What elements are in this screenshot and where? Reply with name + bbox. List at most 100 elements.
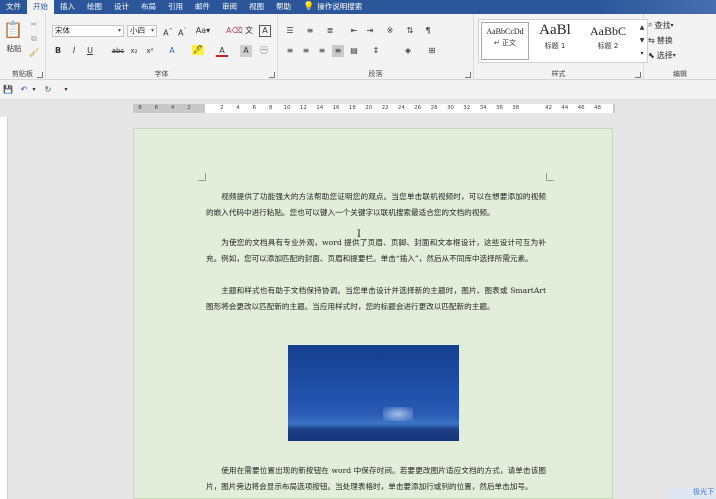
show-marks-icon[interactable]: ¶ xyxy=(422,25,434,37)
ruler-tick-label: 12 xyxy=(299,105,307,111)
line-spacing-icon[interactable]: ↕ xyxy=(370,45,382,57)
customize-qat-icon[interactable]: ▾ xyxy=(62,84,70,96)
shading-icon[interactable]: ◈ xyxy=(402,45,414,57)
inserted-image[interactable] xyxy=(288,345,459,441)
ruler-tick-label: 14 xyxy=(316,105,324,111)
cut-icon[interactable]: ✂ xyxy=(28,19,40,31)
align-left-icon[interactable]: ≡ xyxy=(284,45,296,57)
tab-file[interactable]: 文件 xyxy=(0,0,27,14)
increase-indent-icon[interactable]: ⇥ xyxy=(364,25,376,37)
font-color-icon[interactable]: A xyxy=(216,45,228,57)
document-page[interactable]: 视频提供了功能强大的方法帮助您证明您的观点。当您单击联机视频时，可以在想要添加的… xyxy=(133,128,613,499)
paragraph-launcher-icon[interactable] xyxy=(465,72,471,78)
tab-references[interactable]: 引用 xyxy=(162,0,189,14)
tab-home[interactable]: 开始 xyxy=(27,0,54,14)
char-shading-icon[interactable]: A xyxy=(240,45,252,57)
paragraph-3[interactable]: 主题和样式也有助于文档保持协调。当您单击设计并选择新的主题时，图片、图表或 Sm… xyxy=(206,283,546,315)
ruler-tick-label: 16 xyxy=(332,105,340,111)
ruler-tick-label: 10 xyxy=(283,105,291,111)
save-icon[interactable]: 💾 xyxy=(2,84,14,96)
ruler-tick-label: 28 xyxy=(430,105,438,111)
horizontal-ruler-area: 8 6 4 2 2 4 6 8 10 12 14 16 18 20 22 24 26 28 30 32 34 36 38 42… xyxy=(0,100,716,117)
horizontal-ruler[interactable]: 8 6 4 2 2 4 6 8 10 12 14 16 18 20 22 24 26 28 30 32 34 36 38 42… xyxy=(133,104,615,113)
distributed-icon[interactable]: ▤ xyxy=(348,45,360,57)
ruler-tick-label: 36 xyxy=(495,105,503,111)
tab-view[interactable]: 视图 xyxy=(243,0,270,14)
subscript-button[interactable]: x₂ xyxy=(128,45,140,57)
tab-mailings[interactable]: 邮件 xyxy=(189,0,216,14)
chevron-down-icon: ▾ xyxy=(150,27,154,34)
paste-icon[interactable]: 📋 xyxy=(3,18,23,40)
editing-group: ⌕ 查找 ▾ ⇆ 替换 ⬉ 选择 ▾ 编辑 xyxy=(644,14,716,80)
find-button[interactable]: ⌕ 查找 ▾ xyxy=(648,19,674,31)
bold-button[interactable]: B xyxy=(52,45,64,57)
style-heading-1[interactable]: AaBl 标题 1 xyxy=(531,22,579,60)
styles-launcher-icon[interactable] xyxy=(635,72,641,78)
highlight-icon[interactable]: 🖊 xyxy=(192,45,204,55)
vertical-ruler[interactable] xyxy=(0,117,8,499)
superscript-button[interactable]: x² xyxy=(144,45,156,57)
justify-icon[interactable]: ≡ xyxy=(332,45,344,57)
text-effects-icon[interactable]: A xyxy=(166,45,178,57)
align-center-icon[interactable]: ≡ xyxy=(300,45,312,57)
font-size-combo[interactable]: 小四 ▾ xyxy=(127,25,157,37)
tab-insert[interactable]: 插入 xyxy=(54,0,81,14)
replace-button[interactable]: ⇆ 替换 xyxy=(648,34,673,46)
ruler-tick-label: 30 xyxy=(446,105,454,111)
watermark-logo: 极光下 xyxy=(668,487,716,499)
redo-icon[interactable]: ↻ xyxy=(42,84,54,96)
italic-button[interactable]: I xyxy=(68,45,80,57)
image-horizon-glow xyxy=(383,407,413,421)
tab-design[interactable]: 设计 xyxy=(108,0,135,14)
sort-icon[interactable]: ⇅ xyxy=(404,25,416,37)
change-case-icon[interactable]: Aa▾ xyxy=(194,25,212,37)
clipboard-launcher-icon[interactable] xyxy=(37,72,43,78)
ruler-tick-label: 34 xyxy=(479,105,487,111)
char-border-icon[interactable]: A xyxy=(259,25,271,37)
chevron-down-icon[interactable]: ▾ xyxy=(30,84,38,96)
ribbon: 📋 粘贴 ✂ ⧉ 🖌 剪贴板 宋体 ▾ 小四 ▾ A^ Aˇ Aa▾ A⌫ 文 A … xyxy=(0,14,716,80)
style-normal[interactable]: AaBbCcDd ↵ 正文 xyxy=(481,22,529,60)
font-group-label: 字体 xyxy=(154,70,169,78)
tab-help[interactable]: 帮助 xyxy=(270,0,297,14)
editing-group-label: 编辑 xyxy=(673,70,687,78)
enclose-char-icon[interactable]: ㊀ xyxy=(258,45,270,57)
tell-me-search[interactable]: 💡 操作说明搜索 xyxy=(297,0,368,14)
format-painter-icon[interactable]: 🖌 xyxy=(28,47,40,59)
paste-button[interactable]: 粘贴 xyxy=(2,43,26,53)
numbering-icon[interactable]: ≡ xyxy=(304,25,316,37)
undo-icon[interactable]: ↶ xyxy=(18,84,30,96)
title-decoration xyxy=(596,0,716,14)
tab-draw[interactable]: 绘图 xyxy=(81,0,108,14)
chevron-down-icon: ▾ xyxy=(672,51,676,59)
underline-button[interactable]: U xyxy=(84,45,96,57)
select-cursor-icon: ⬉ xyxy=(648,50,655,60)
multilevel-list-icon[interactable]: ≣ xyxy=(324,25,336,37)
borders-icon[interactable]: ⊞ xyxy=(426,45,438,57)
bullets-icon[interactable]: ☰ xyxy=(284,25,296,37)
align-right-icon[interactable]: ≡ xyxy=(316,45,328,57)
paragraph-1[interactable]: 视频提供了功能强大的方法帮助您证明您的观点。当您单击联机视频时，可以在想要添加的… xyxy=(206,189,546,221)
font-name-combo[interactable]: 宋体 ▾ xyxy=(52,25,124,37)
paragraph-2[interactable]: 为使您的文档具有专业外观，word 提供了页眉、页脚、封面和文本框设计，这些设计… xyxy=(206,235,546,267)
decrease-indent-icon[interactable]: ⇤ xyxy=(348,25,360,37)
shrink-font-icon[interactable]: Aˇ xyxy=(176,25,188,38)
style-heading-2[interactable]: AaBbC 标题 2 xyxy=(581,22,635,60)
font-launcher-icon[interactable] xyxy=(269,72,275,78)
ruler-tick-label: 32 xyxy=(463,105,471,111)
phonetic-guide-icon[interactable]: 文 xyxy=(243,25,255,37)
copy-icon[interactable]: ⧉ xyxy=(28,33,40,45)
grow-font-icon[interactable]: A^ xyxy=(162,25,174,38)
tab-layout[interactable]: 布局 xyxy=(135,0,162,14)
strikethrough-button[interactable]: abc xyxy=(110,45,126,57)
tab-review[interactable]: 审阅 xyxy=(216,0,243,14)
ruler-tick-label: 20 xyxy=(365,105,373,111)
clipboard-group: 📋 粘贴 ✂ ⧉ 🖌 剪贴板 xyxy=(0,14,46,80)
font-group: 宋体 ▾ 小四 ▾ A^ Aˇ Aa▾ A⌫ 文 A B I U abc x₂ x²… xyxy=(46,14,278,80)
quick-access-toolbar: 💾 ↶ ▾ ↻ ▾ xyxy=(0,80,716,100)
chinese-layout-icon[interactable]: ※ xyxy=(384,25,396,37)
select-button[interactable]: ⬉ 选择 ▾ xyxy=(648,49,676,61)
ruler-tick-label: 44 xyxy=(561,105,569,111)
paragraph-4[interactable]: 使用在需要位置出现的新按钮在 word 中保存时间。若要更改图片适应文档的方式，… xyxy=(206,463,546,495)
clear-format-icon[interactable]: A⌫ xyxy=(226,25,243,37)
